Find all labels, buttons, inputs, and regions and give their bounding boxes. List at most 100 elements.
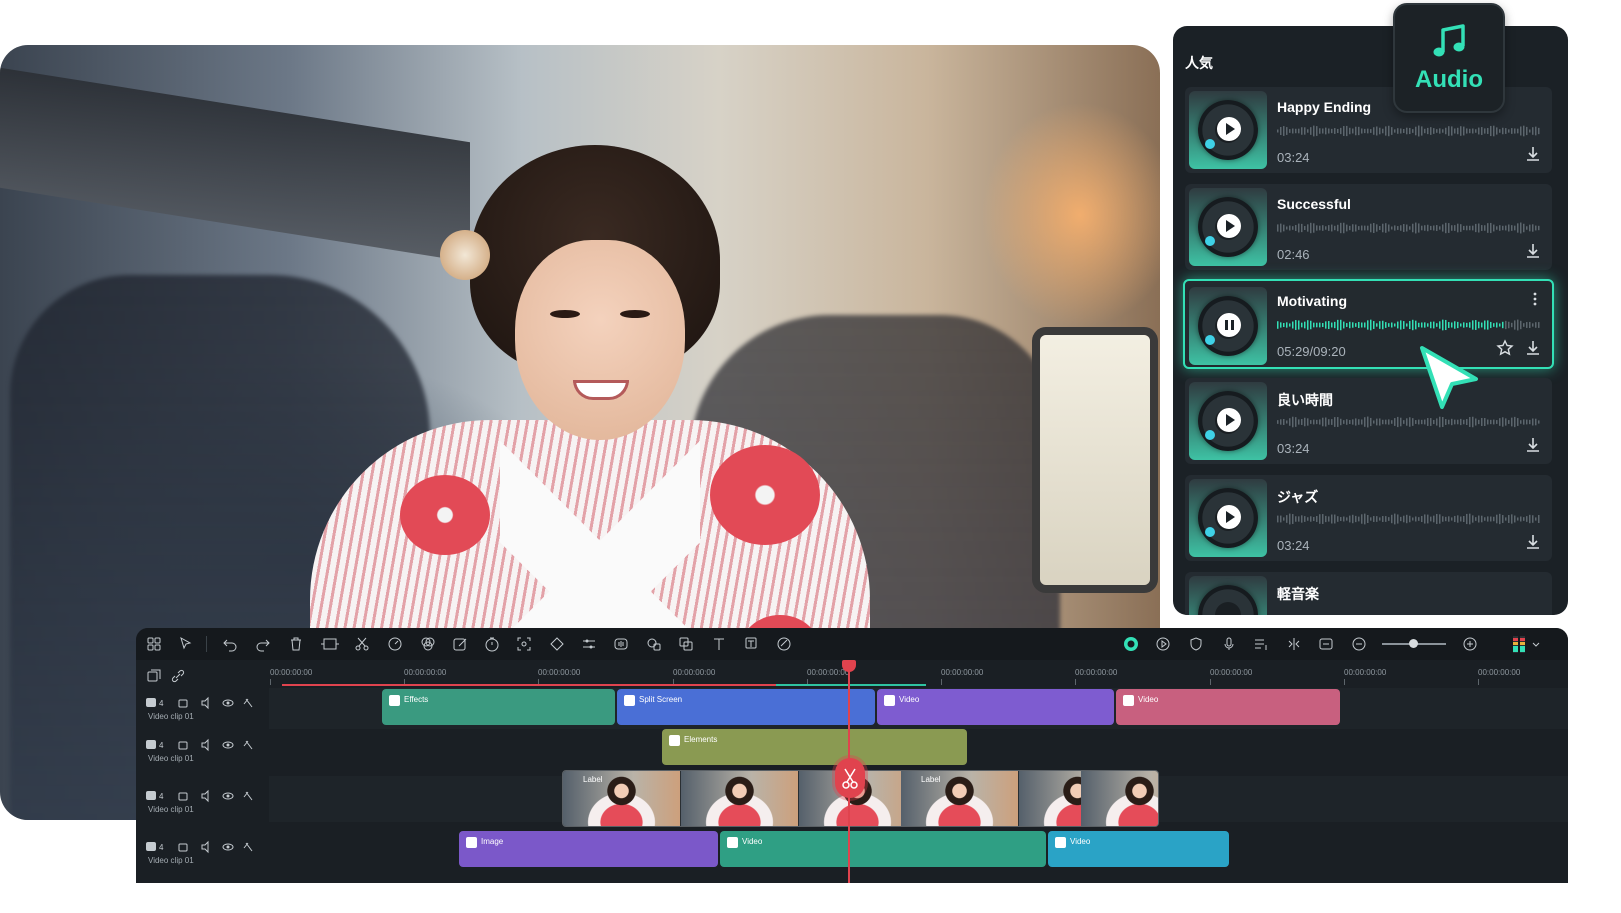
scissors-icon[interactable] [354,636,370,652]
edit-icon[interactable] [452,636,468,652]
link-icon[interactable] [170,668,186,684]
audio-track-item[interactable]: Successful 02:46 [1185,184,1552,270]
video-icon [1123,695,1134,706]
music-dot-icon [1205,430,1215,440]
layout-grid-icon[interactable] [146,636,162,652]
clip-label: Video [899,695,920,704]
music-dot-icon [1205,139,1215,149]
play-button[interactable] [1217,214,1241,238]
ai-face-icon[interactable] [646,636,662,652]
audio-track-item[interactable]: ジャズ 03:24 [1185,475,1552,561]
audio-track-item[interactable]: 良い時間 03:24 [1185,378,1552,464]
play-button[interactable] [1217,505,1241,529]
download-icon[interactable] [1524,533,1542,551]
download-icon[interactable] [1524,242,1542,260]
track-controls[interactable]: 4 [146,789,266,803]
track-name: Happy Ending [1277,99,1372,115]
track-name-label: Video clip 01 [148,712,194,721]
video-clip[interactable]: Video [1048,831,1229,867]
track-controls[interactable]: 4 [146,738,266,752]
audio-wave-icon[interactable] [613,636,629,652]
render-preview-icon[interactable] [1155,636,1171,652]
pause-button[interactable] [1217,313,1241,337]
fit-timeline-icon[interactable] [1318,636,1334,652]
more-options-icon[interactable] [1532,291,1538,307]
waveform [1277,222,1540,234]
adjust-icon[interactable] [581,636,597,652]
play-button[interactable] [1217,117,1241,141]
waveform-active[interactable] [1277,318,1543,332]
color-icon[interactable] [420,636,436,652]
video-clip[interactable]: Video [720,831,1046,867]
timer-icon[interactable] [484,636,500,652]
audio-panel: 人気 Happy Ending 03:24 Successful 02:46 M [1173,26,1568,615]
redo-icon[interactable] [255,636,271,652]
image-clip[interactable]: Image [459,831,718,867]
photo-sign [1040,335,1150,585]
download-icon[interactable] [1524,339,1542,357]
zoom-in-icon[interactable] [1462,636,1478,652]
ruler-time-label: 00:00:00:00 [1344,668,1387,677]
track-thumbnail [1189,479,1267,557]
track-name: 良い時間 [1277,392,1333,408]
text-ai-icon[interactable] [744,636,760,652]
zoom-out-icon[interactable] [1351,636,1367,652]
track-name-label: Video clip 01 [148,856,194,865]
track-name: 軽音楽 [1277,586,1319,602]
split-screen-icon [624,695,635,706]
undo-icon[interactable] [222,636,238,652]
play-icon [1226,414,1235,426]
text-icon[interactable] [711,636,727,652]
track-name: Successful [1277,196,1351,212]
music-dot-icon [1205,527,1215,537]
download-icon[interactable] [1524,145,1542,163]
play-icon [1226,511,1235,523]
clip-label: Elements [684,735,718,744]
track-header: 4 Video clip 01 [136,785,266,831]
zoom-slider-handle[interactable] [1409,639,1418,648]
panel-title: 人気 [1185,55,1213,71]
chevron-down-icon[interactable] [1531,636,1541,652]
ruler-time-label: 00:00:00:00 [1075,668,1118,677]
play-button[interactable] [1217,408,1241,432]
fit-frame-icon[interactable] [516,636,532,652]
audio-category-badge[interactable]: Audio [1393,3,1505,113]
track-duration: 03:24 [1277,441,1310,456]
image-icon [466,837,477,848]
select-pointer-icon[interactable] [178,636,194,652]
delete-icon[interactable] [288,636,304,652]
keyframe-icon[interactable] [549,636,565,652]
clip-label: Video [742,837,763,846]
snap-toggle-icon[interactable] [1123,636,1139,652]
video-clip[interactable]: Video [877,689,1114,725]
audio-level-meter-icon[interactable] [1513,636,1525,653]
audio-track-item[interactable]: 軽音楽 [1185,572,1552,615]
track-controls[interactable]: 4 [146,696,266,710]
filmstrip-label: Label [583,775,603,784]
shield-icon[interactable] [1188,636,1204,652]
favorite-star-icon[interactable] [1496,339,1514,357]
track-controls[interactable]: 4 [146,840,266,854]
download-icon[interactable] [1524,436,1542,454]
elements-clip[interactable]: Elements [662,729,967,765]
sticker-icon[interactable] [776,636,792,652]
microphone-icon[interactable] [1221,636,1237,652]
mouse-cursor-icon [1420,346,1478,409]
timeline-toolbar [136,628,1568,660]
effects-clip[interactable]: Effects [382,689,615,725]
clip-label: Image [481,837,504,846]
auto-caption-icon[interactable] [1253,636,1269,652]
translate-icon[interactable] [678,636,694,652]
waveform [1277,125,1540,137]
audio-track-item-active[interactable]: Motivating 05:29/09:20 [1183,279,1554,369]
split-cut-button[interactable] [835,758,865,798]
photo-smile [573,380,629,400]
crop-clip-icon[interactable] [320,636,340,652]
split-track-icon[interactable] [1286,636,1302,652]
add-track-icon[interactable] [146,668,162,684]
clip-label: Split Screen [639,695,683,704]
split-screen-clip[interactable]: Split Screen [617,689,875,725]
badge-label: Audio [1415,66,1483,93]
speed-icon[interactable] [387,636,403,652]
video-clip[interactable]: Video [1116,689,1340,725]
